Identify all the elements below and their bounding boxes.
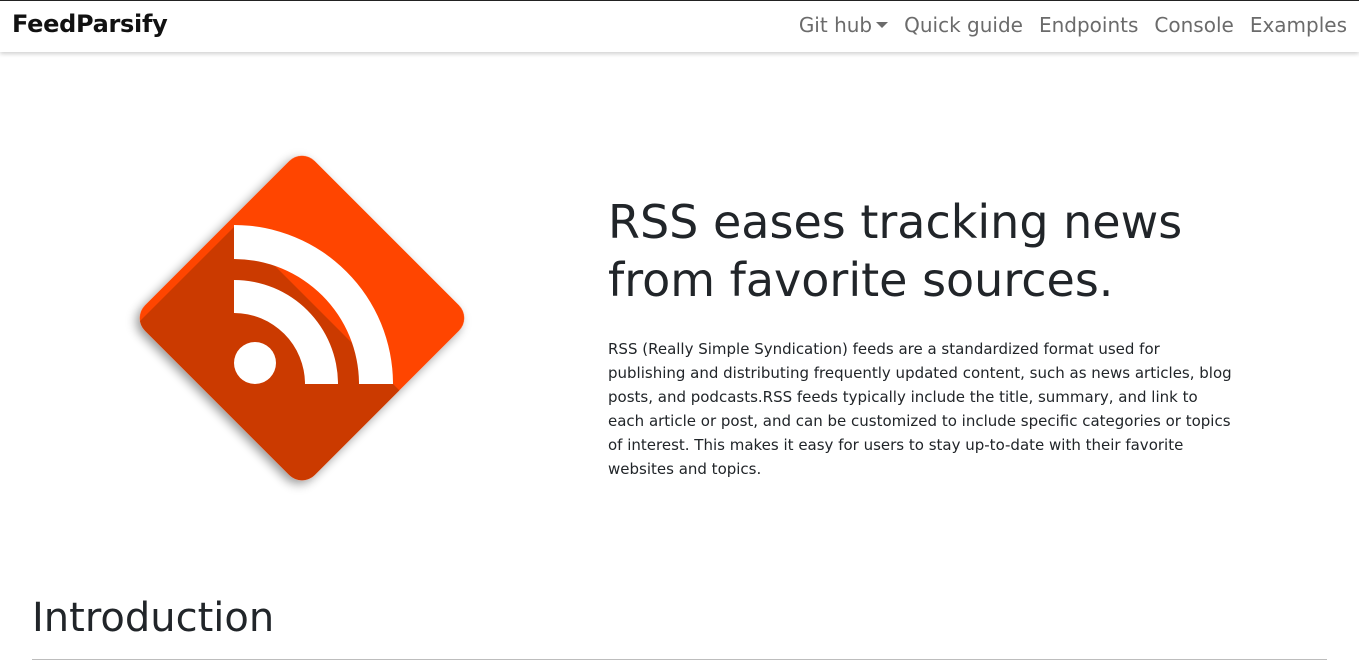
introduction-heading: Introduction <box>32 595 275 641</box>
hero-title-line1: RSS eases tracking news <box>608 195 1183 249</box>
top-navbar: FeedParsify Git hub Quick guide Endpoint… <box>0 0 1359 52</box>
nav-examples[interactable]: Examples <box>1250 13 1347 37</box>
hero-title-line2: from favorite sources. <box>608 253 1114 307</box>
nav-github-label: Git hub <box>798 13 873 37</box>
section-divider <box>32 659 1327 660</box>
nav-github-dropdown[interactable]: Git hub <box>798 13 889 37</box>
hero-description: RSS (Really Simple Syndication) feeds ar… <box>608 340 1232 478</box>
hero-title: RSS eases tracking news from favorite so… <box>608 193 1228 309</box>
caret-down-icon <box>876 21 889 28</box>
nav-console[interactable]: Console <box>1154 13 1233 37</box>
nav-quick-guide[interactable]: Quick guide <box>904 13 1023 37</box>
nav-endpoints[interactable]: Endpoints <box>1039 13 1138 37</box>
brand-logo[interactable]: FeedParsify <box>12 10 168 38</box>
nav-links: Git hub Quick guide Endpoints Console Ex… <box>799 13 1347 37</box>
rss-feed-icon <box>112 128 492 508</box>
